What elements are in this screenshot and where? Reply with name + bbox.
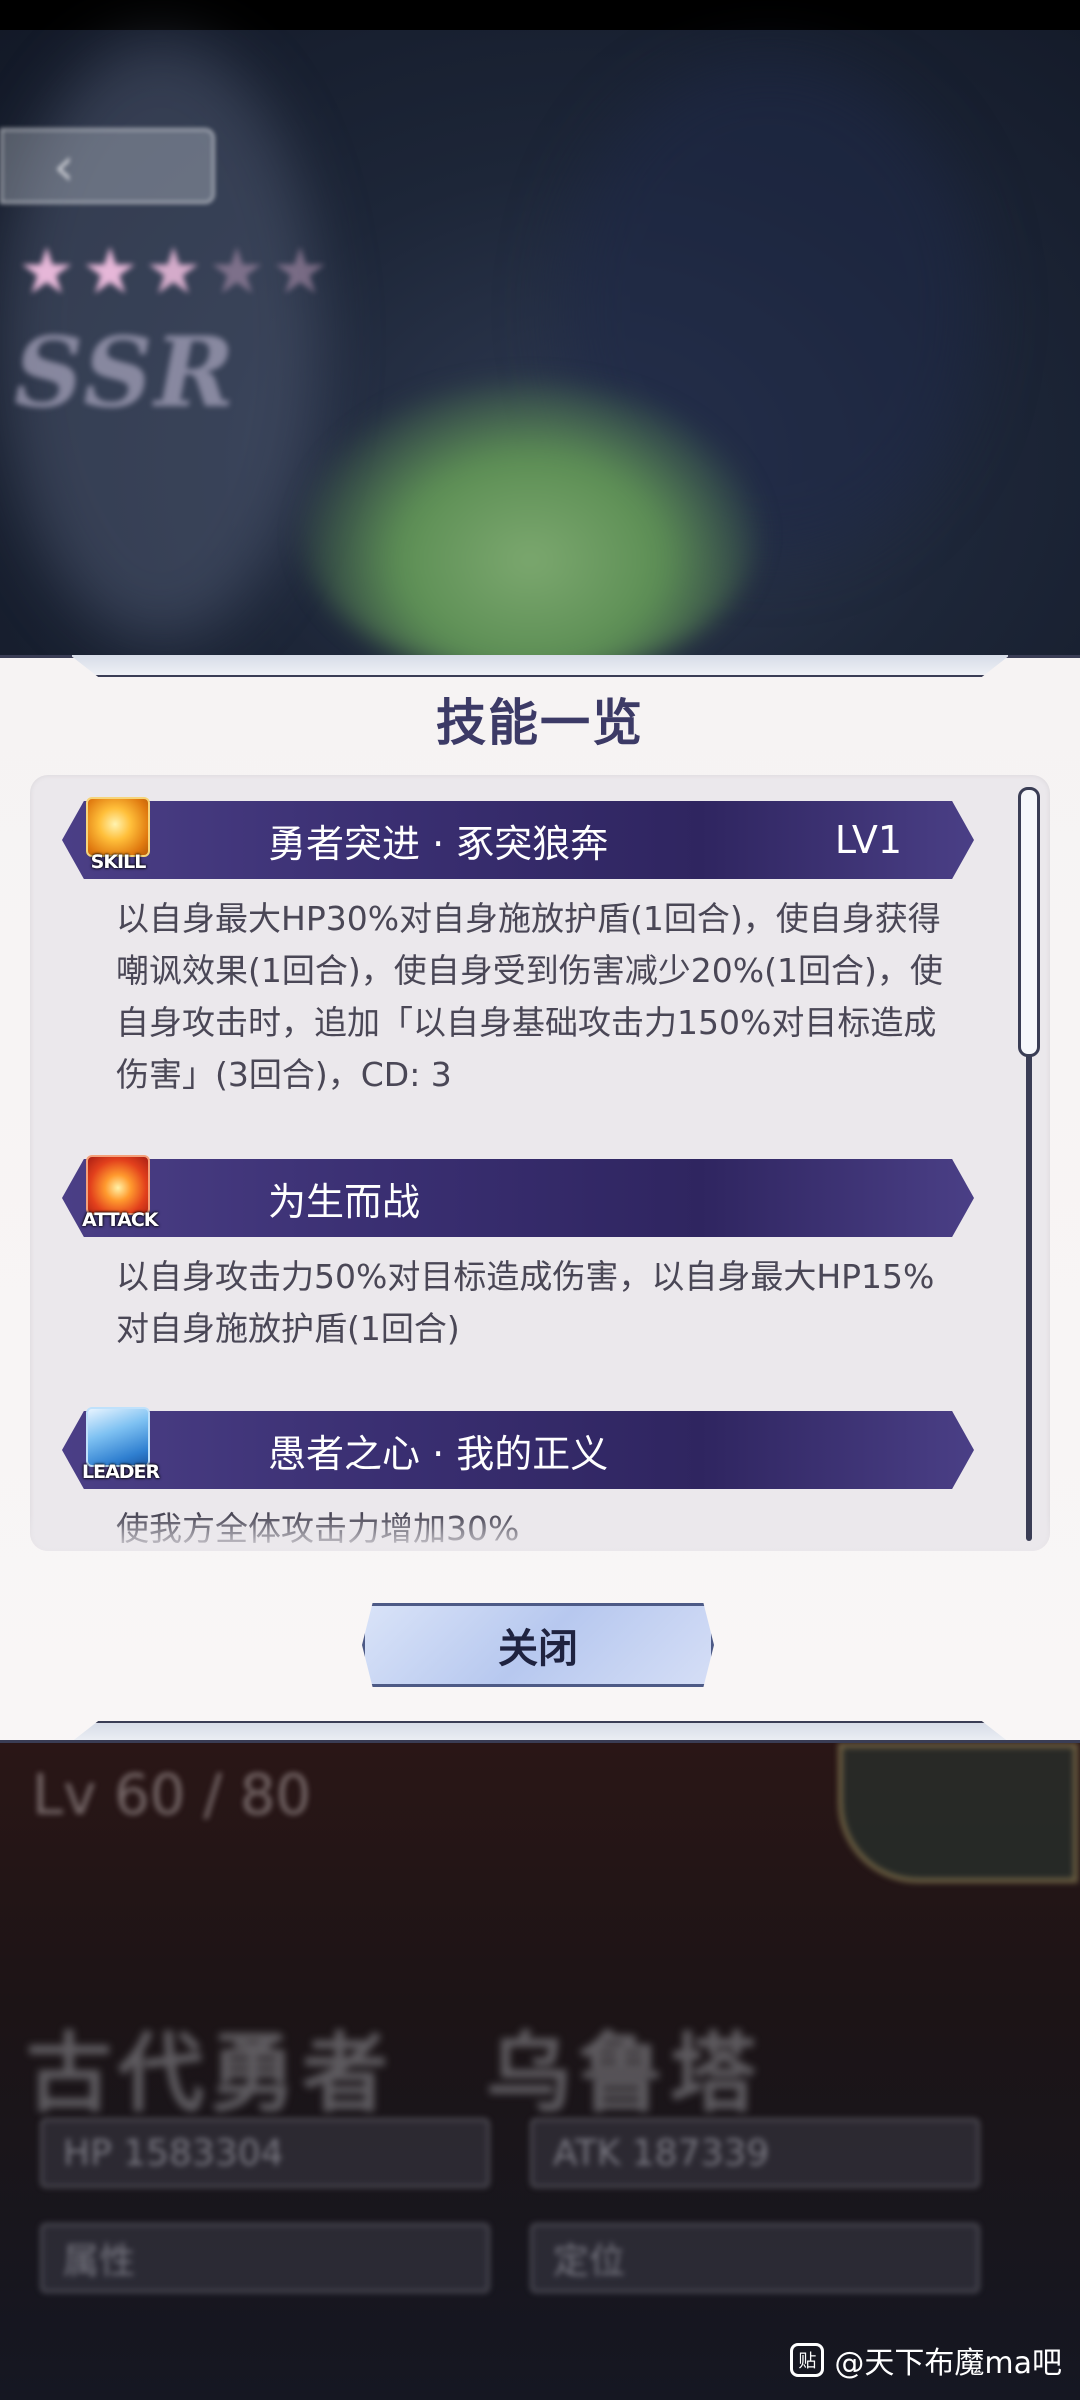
info-badge [838,1743,1078,1883]
star-icon: ★ [144,235,203,309]
star-icon: ★ [271,235,329,309]
stat-row-1: HP 1583304 ATK 187339 [40,2118,1040,2188]
watermark: 贴 @天下布魔ma吧 [790,2338,1062,2382]
atk-stat: ATK 187339 [530,2118,980,2188]
star-icon: ★ [18,235,76,309]
skill-description: 以自身最大HP30%对自身施放护盾(1回合)，使自身获得 嘲讽效果(1回合)，使… [116,899,943,1094]
close-button[interactable]: 关闭 [362,1603,714,1687]
watermark-text: @天下布魔ma吧 [834,2346,1062,2381]
skill-list-dialog: 技能一览 勇者突进 · 豖突狼奔 LV1 SKILL 以自身最大HP30%对自身… [0,655,1080,1743]
rarity-stars: ★ ★ ★ ★ ★ [18,240,329,304]
skill-level: LV1 [834,818,902,862]
skill-name: 愚者之心 · 我的正义 [268,1431,609,1476]
leader-wing-icon: LEADER [82,1407,160,1485]
skill-description: 以自身攻击力50%对目标造成伤害，以自身最大HP15% 对自身施放护盾(1回合) [116,1257,935,1348]
rarity-label: SSR [14,316,237,429]
position-stat: 定位 [530,2223,980,2293]
stat-row-2: 属性 定位 [40,2223,1040,2293]
skill-header-2: 为生而战 [62,1159,974,1237]
back-button[interactable]: ‹ [0,128,215,204]
dialog-title: 技能一览 [436,693,644,752]
star-icon: ★ [81,235,139,309]
skill-list[interactable]: 勇者突进 · 豖突狼奔 LV1 SKILL 以自身最大HP30%对自身施放护盾(… [30,775,1050,1551]
background-bottom: Lv 60 / 80 古代勇者 乌鲁塔 HP 1583304 ATK 18733… [0,1743,1080,2400]
character-name: 古代勇者 乌鲁塔 [26,2024,762,2124]
dialog-frame-bottom [0,1709,1080,1743]
tieba-icon: 贴 [790,2343,825,2377]
skill-header-1: 勇者突进 · 豖突狼奔 LV1 [62,801,974,879]
skill-name: 勇者突进 · 豖突狼奔 [268,821,609,866]
scrollbar-thumb[interactable] [1018,787,1040,1057]
attack-fire-icon: ATTACK [82,1155,158,1233]
back-arrow-icon: ‹ [53,134,75,198]
hp-stat: HP 1583304 [40,2118,490,2188]
skill-swirl-icon: SKILL [82,797,154,875]
skill-name: 为生而战 [268,1179,421,1224]
character-hair [300,380,760,660]
list-fade [30,1515,1050,1551]
attribute-stat: 属性 [40,2223,490,2293]
skill-header-3: 愚者之心 · 我的正义 [62,1411,974,1489]
star-icon: ★ [208,235,266,309]
character-level: Lv 60 / 80 [32,1763,312,1828]
background-top: ‹ ★ ★ ★ ★ ★ SSR [0,0,1080,660]
status-bar [0,0,1080,30]
